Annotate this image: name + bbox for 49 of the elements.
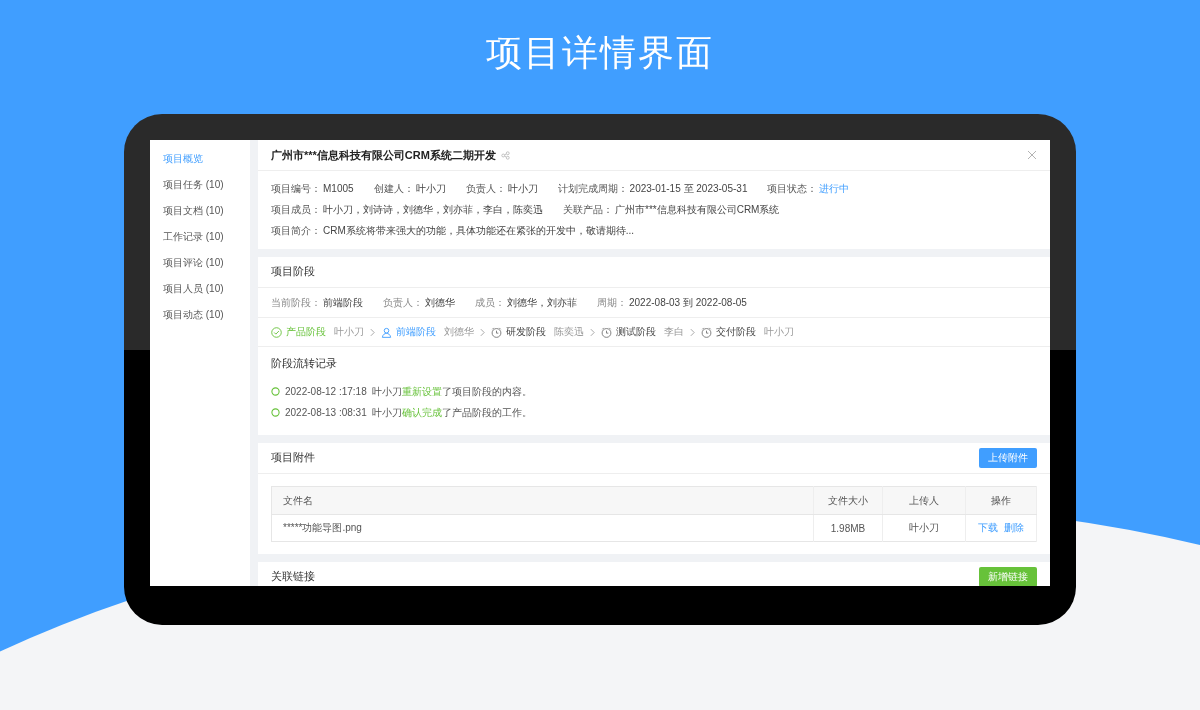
log-entry: 2022-08-12 :17:18 叶小刀重新设置了项目阶段的内容。 (285, 384, 533, 399)
info-field: 项目状态： 进行中 (767, 181, 850, 196)
timeline-dot-icon (271, 387, 280, 396)
chevron-icon (480, 327, 485, 337)
stage-field: 负责人： 刘德华 (383, 295, 455, 310)
sidebar-item[interactable]: 项目人员 (10) (150, 276, 250, 302)
table-cell: *****功能导图.png (271, 514, 814, 542)
stage-step[interactable]: 交付阶段 叶小刀 (701, 325, 794, 339)
person-icon (381, 326, 392, 338)
column-header: 文件大小 (813, 486, 883, 515)
column-header: 操作 (965, 486, 1037, 515)
info-field: 项目成员： 叶小刀，刘诗诗，刘德华，刘亦菲，李白，陈奕迅 (271, 202, 543, 217)
sidebar-item[interactable]: 项目动态 (10) (150, 302, 250, 328)
page-heading: 项目详情界面 (486, 30, 714, 75)
sidebar-item[interactable]: 工作记录 (10) (150, 224, 250, 250)
chevron-icon (590, 327, 595, 337)
section-title: 关联链接 (271, 570, 315, 584)
alarm-clock-icon (491, 326, 502, 338)
chevron-icon (690, 327, 695, 337)
section-title: 项目附件 (271, 451, 315, 465)
info-field: 负责人： 叶小刀 (465, 181, 538, 196)
table-cell: 叶小刀 (882, 514, 966, 542)
table-cell: 1.98MB (813, 514, 883, 542)
alarm-clock-icon (701, 326, 712, 338)
info-field: 项目简介： CRM系统将带来强大的功能，具体功能还在紧张的开发中，敬请期待... (271, 223, 635, 238)
timeline-dot-icon (271, 408, 280, 417)
stage-field: 成员： 刘德华，刘亦菲 (475, 295, 577, 310)
check-circle-icon (271, 326, 282, 338)
info-field: 创建人： 叶小刀 (373, 181, 446, 196)
share-icon[interactable] (500, 150, 510, 160)
info-field: 计划完成周期： 2023-01-15 至 2023-05-31 (557, 181, 748, 196)
section-title: 项目阶段 (271, 265, 315, 279)
column-header: 上传人 (882, 486, 966, 515)
info-field: 项目编号： M1005 (271, 181, 354, 196)
stage-field: 周期： 2022-08-03 到 2022-08-05 (597, 295, 747, 310)
sidebar-item[interactable]: 项目评论 (10) (150, 250, 250, 276)
alarm-clock-icon (601, 326, 612, 338)
stage-field: 当前阶段： 前端阶段 (271, 295, 363, 310)
log-entry: 2022-08-13 :08:31 叶小刀确认完成了产品阶段的工作。 (285, 405, 533, 420)
log-title: 阶段流转记录 (270, 356, 338, 371)
chevron-icon (370, 327, 375, 337)
sidebar-item[interactable]: 项目任务 (10) (150, 172, 250, 198)
column-header: 文件名 (271, 486, 814, 515)
stage-step[interactable]: 研发阶段 陈奕迅 (491, 325, 584, 339)
sidebar-item[interactable]: 项目文档 (10) (150, 198, 250, 224)
info-field: 关联产品： 广州市***信息科技有限公司CRM系统 (563, 202, 780, 217)
stage-step[interactable]: 测试阶段 李白 (601, 325, 684, 339)
project-title: 广州市***信息科技有限公司CRM系统二期开发 (271, 147, 496, 163)
close-icon[interactable] (1027, 150, 1037, 160)
